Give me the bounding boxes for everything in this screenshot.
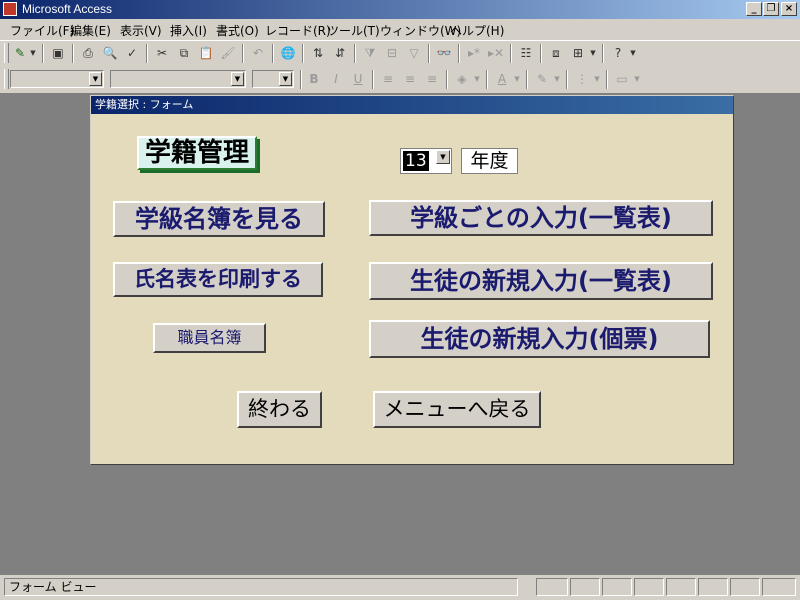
chevron-down-icon[interactable]: ▼ (279, 72, 292, 86)
italic-icon[interactable]: I (326, 70, 346, 89)
font-color-icon[interactable]: A (492, 70, 512, 89)
status-bar: フォーム ビュー (0, 575, 800, 600)
menu-format[interactable]: 書式(O) (216, 22, 259, 39)
standard-toolbar: ✎ ▼ ▣ ⎙ 🔍 ✓ ✂ ⧉ 📋 🖌 ↶ 🌐 ⇅ ⇵ ⧩ ⊟ ▽ 👓 ▸* ▸… (2, 41, 798, 66)
chevron-down-icon[interactable]: ▼ (436, 150, 450, 164)
help-icon[interactable]: ? (608, 44, 628, 63)
properties-icon[interactable]: ☷ (516, 44, 536, 63)
quit-button[interactable]: 終わる (237, 391, 322, 428)
form-window: 学籍選択 : フォーム 学籍管理 13 ▼ 年度 学級名簿を見る 学級ごとの入力… (90, 95, 734, 465)
align-center-icon[interactable]: ≡ (400, 70, 420, 89)
special-effect-icon[interactable]: ▭ (612, 70, 632, 89)
status-panel (730, 578, 760, 596)
view-dropdown-icon[interactable]: ▼ (28, 44, 38, 63)
menu-file[interactable]: ファイル(F) (10, 22, 74, 39)
line-color-dropdown-icon[interactable]: ▼ (552, 70, 562, 89)
sort-ascending-icon[interactable]: ⇅ (308, 44, 328, 63)
print-preview-icon[interactable]: 🔍 (100, 44, 120, 63)
class-input-button[interactable]: 学級ごとの入力(一覧表) (369, 200, 713, 236)
apply-filter-icon[interactable]: ▽ (404, 44, 424, 63)
copy-icon[interactable]: ⧉ (174, 44, 194, 63)
filter-by-form-icon[interactable]: ⊟ (382, 44, 402, 63)
status-panel (570, 578, 600, 596)
print-names-button[interactable]: 氏名表を印刷する (113, 262, 323, 297)
year-value: 13 (403, 151, 429, 171)
staff-list-button[interactable]: 職員名簿 (153, 323, 266, 353)
menu-insert[interactable]: 挿入(I) (170, 22, 207, 39)
new-object-icon[interactable]: ⊞ (568, 44, 588, 63)
fill-color-dropdown-icon[interactable]: ▼ (472, 70, 482, 89)
status-panel (762, 578, 796, 596)
bold-icon[interactable]: B (304, 70, 324, 89)
class-list-button[interactable]: 学級名簿を見る (113, 201, 325, 237)
status-panel (698, 578, 728, 596)
fill-color-icon[interactable]: ◈ (452, 70, 472, 89)
status-panel (634, 578, 664, 596)
design-view-icon[interactable]: ✎ (10, 44, 30, 63)
new-student-list-button[interactable]: 生徒の新規入力(一覧表) (369, 262, 713, 300)
access-logo-icon (3, 2, 17, 16)
font-color-dropdown-icon[interactable]: ▼ (512, 70, 522, 89)
hyperlink-icon[interactable]: 🌐 (278, 44, 298, 63)
back-to-menu-button[interactable]: メニューへ戻る (373, 391, 541, 428)
year-label: 年度 (461, 148, 518, 174)
app-title: Microsoft Access (22, 2, 113, 16)
form-titlebar: 学籍選択 : フォーム (91, 96, 733, 114)
paste-icon[interactable]: 📋 (196, 44, 216, 63)
font-size-combo[interactable]: ▼ (252, 70, 294, 88)
status-panel (602, 578, 632, 596)
database-window-icon[interactable]: ⧈ (546, 44, 566, 63)
font-name-combo[interactable]: ▼ (110, 70, 246, 88)
toolbar-grip[interactable] (4, 43, 9, 63)
chevron-down-icon[interactable]: ▼ (89, 72, 102, 86)
save-icon[interactable]: ▣ (48, 44, 68, 63)
menu-edit[interactable]: 編集(E) (70, 22, 111, 39)
minimize-button[interactable]: _ (746, 2, 762, 16)
status-panel (536, 578, 568, 596)
find-icon[interactable]: 👓 (434, 44, 454, 63)
app-titlebar: Microsoft Access _ ❐ × (0, 0, 800, 19)
chevron-down-icon[interactable]: ▼ (231, 72, 244, 86)
line-width-icon[interactable]: ⋮ (572, 70, 592, 89)
special-effect-dropdown-icon[interactable]: ▼ (632, 70, 642, 89)
status-text: フォーム ビュー (4, 578, 518, 596)
align-right-icon[interactable]: ≡ (422, 70, 442, 89)
new-student-card-button[interactable]: 生徒の新規入力(個票) (369, 320, 710, 358)
spelling-icon[interactable]: ✓ (122, 44, 142, 63)
toolbar-grip[interactable] (4, 69, 9, 89)
year-combo[interactable]: 13 ▼ (400, 148, 452, 174)
cut-icon[interactable]: ✂ (152, 44, 172, 63)
menu-view[interactable]: 表示(V) (120, 22, 162, 39)
form-heading: 学籍管理 (137, 136, 258, 170)
line-color-icon[interactable]: ✎ (532, 70, 552, 89)
formatting-toolbar: ▼ ▼ ▼ B I U ≡ ≡ ≡ ◈ ▼ A ▼ ✎ ▼ ⋮ ▼ ▭ ▼ (2, 67, 798, 92)
menu-records[interactable]: レコード(R) (265, 22, 331, 39)
format-painter-icon[interactable]: 🖌 (218, 44, 238, 63)
filter-by-selection-icon[interactable]: ⧩ (360, 44, 380, 63)
undo-icon[interactable]: ↶ (248, 44, 268, 63)
print-icon[interactable]: ⎙ (78, 44, 98, 63)
delete-record-icon[interactable]: ▸✕ (486, 44, 506, 63)
help-dropdown-icon[interactable]: ▼ (628, 44, 638, 63)
restore-button[interactable]: ❐ (763, 2, 779, 16)
sort-descending-icon[interactable]: ⇵ (330, 44, 350, 63)
status-panel (666, 578, 696, 596)
menu-bar: ファイル(F) 編集(E) 表示(V) 挿入(I) 書式(O) レコード(R) … (0, 19, 800, 41)
new-object-dropdown-icon[interactable]: ▼ (588, 44, 598, 63)
menu-tools[interactable]: ツール(T) (327, 22, 380, 39)
close-button[interactable]: × (781, 2, 797, 16)
new-record-icon[interactable]: ▸* (464, 44, 484, 63)
line-width-dropdown-icon[interactable]: ▼ (592, 70, 602, 89)
underline-icon[interactable]: U (348, 70, 368, 89)
align-left-icon[interactable]: ≡ (378, 70, 398, 89)
object-combo[interactable]: ▼ (10, 70, 104, 88)
menu-help[interactable]: ヘルプ(H) (450, 22, 504, 39)
